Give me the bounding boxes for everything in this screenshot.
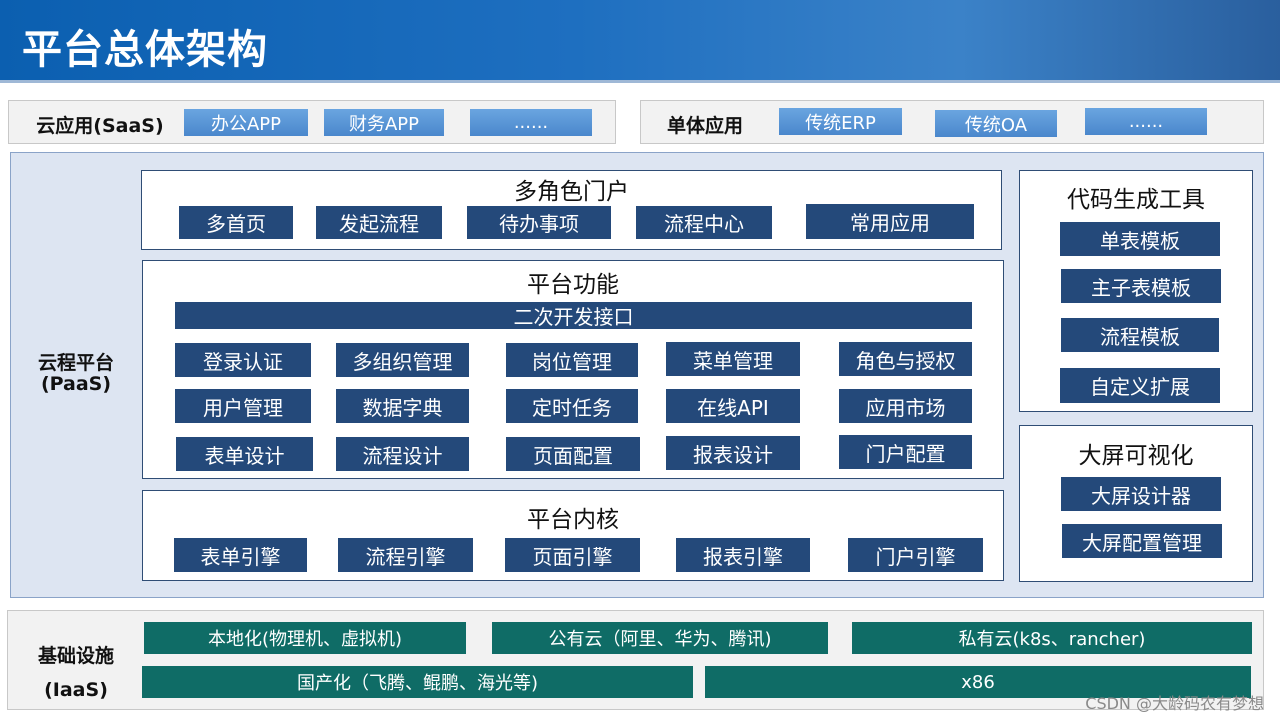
saas-item-more: ...... [470, 109, 592, 136]
func-role-auth: 角色与授权 [839, 342, 972, 376]
portal-item-flow-center: 流程中心 [636, 206, 772, 239]
bigscreen-designer: 大屏设计器 [1061, 477, 1221, 511]
functions-title: 平台功能 [527, 272, 619, 298]
portal-item-home: 多首页 [179, 206, 293, 239]
func-login-auth: 登录认证 [175, 343, 311, 377]
iaas-local: 本地化(物理机、虚拟机) [144, 622, 466, 654]
bigscreen-title: 大屏可视化 [1078, 443, 1194, 469]
func-form-design: 表单设计 [176, 437, 313, 471]
portal-item-todo: 待办事项 [467, 206, 611, 239]
func-user-mgmt: 用户管理 [175, 389, 311, 423]
func-portal-config: 门户配置 [839, 435, 972, 469]
func-post-mgmt: 岗位管理 [506, 343, 638, 377]
func-app-market: 应用市场 [839, 389, 972, 423]
monolith-item-erp: 传统ERP [779, 108, 902, 135]
portal-title: 多角色门户 [514, 179, 629, 205]
saas-item-finance-app: 财务APP [324, 109, 444, 136]
monolith-item-oa: 传统OA [935, 110, 1057, 137]
func-online-api: 在线API [666, 389, 800, 423]
page-title: 平台总体架构 [22, 27, 268, 73]
monolith-item-more: ...... [1085, 108, 1207, 135]
saas-label: 云应用(SaaS) [36, 115, 164, 137]
kernel-report-engine: 报表引擎 [676, 538, 810, 572]
iaas-domestic: 国产化（飞腾、鲲鹏、海光等) [142, 666, 693, 698]
paas-label-line2: (PaaS) [40, 373, 112, 395]
kernel-page-engine: 页面引擎 [505, 538, 640, 572]
iaas-label-line2: (IaaS) [44, 679, 108, 701]
func-page-config: 页面配置 [506, 437, 640, 471]
codegen-flow-template: 流程模板 [1061, 318, 1219, 352]
func-report-design: 报表设计 [666, 436, 800, 470]
watermark: CSDN @大龄码农有梦想 [1085, 694, 1264, 713]
codegen-title: 代码生成工具 [1067, 187, 1205, 213]
func-data-dict: 数据字典 [336, 389, 469, 423]
func-scheduled-task: 定时任务 [506, 389, 638, 423]
kernel-flow-engine: 流程引擎 [338, 538, 473, 572]
portal-item-start-flow: 发起流程 [316, 206, 442, 239]
codegen-single-table-template: 单表模板 [1060, 222, 1220, 256]
bigscreen-config-mgmt: 大屏配置管理 [1062, 524, 1222, 558]
header-divider [0, 80, 1280, 83]
kernel-portal-engine: 门户引擎 [848, 538, 983, 572]
func-flow-design: 流程设计 [336, 437, 469, 471]
func-multi-org: 多组织管理 [336, 343, 469, 377]
codegen-custom-extension: 自定义扩展 [1060, 368, 1220, 403]
paas-label-line1: 云程平台 [37, 352, 114, 374]
iaas-private-cloud: 私有云(k8s、rancher) [852, 622, 1252, 654]
kernel-title: 平台内核 [527, 507, 619, 533]
saas-item-office-app: 办公APP [184, 109, 308, 136]
kernel-form-engine: 表单引擎 [174, 538, 307, 572]
secondary-dev-api-bar: 二次开发接口 [175, 302, 972, 329]
monolith-label: 单体应用 [666, 115, 743, 137]
codegen-master-detail-template: 主子表模板 [1061, 269, 1221, 303]
func-menu-mgmt: 菜单管理 [666, 342, 800, 376]
portal-item-common-apps: 常用应用 [806, 204, 974, 239]
iaas-label-line1: 基础设施 [37, 645, 114, 667]
iaas-public-cloud: 公有云（阿里、华为、腾讯) [492, 622, 828, 654]
